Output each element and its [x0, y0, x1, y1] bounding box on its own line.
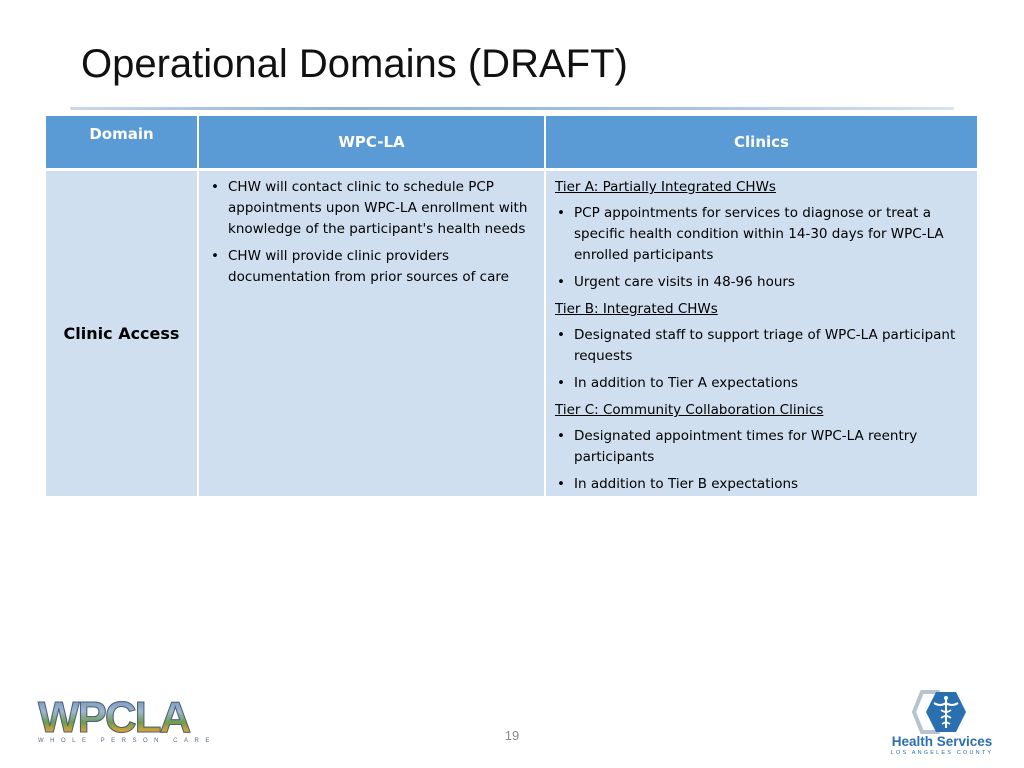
bullet-icon: • — [557, 205, 565, 221]
slide-title: Operational Domains (DRAFT) — [81, 42, 628, 86]
header-clinics: Clinics — [734, 132, 789, 151]
list-item: • CHW will contact clinic to schedule PCP… — [211, 179, 528, 237]
bullet-icon: • — [557, 476, 565, 492]
header-wpc-la: WPC-LA — [199, 116, 546, 168]
table-row: Clinic Access • CHW will contact clinic t… — [46, 171, 977, 496]
list-item: • Designated appointment times for WPC-LA… — [557, 428, 918, 465]
list-item: • Urgent care visits in 48-96 hours — [555, 272, 969, 293]
tier-heading: Tier C: Community Collaboration Clinics — [555, 402, 824, 418]
domains-table: Domain WPC-LA Clinics Clinic Access • CHW… — [46, 116, 977, 496]
bullet-icon: • — [557, 327, 565, 343]
title-divider — [70, 107, 954, 110]
table-header-row: Domain WPC-LA Clinics — [46, 116, 977, 168]
bullet-icon: • — [557, 375, 565, 391]
health-services-brand: Health Services — [891, 734, 993, 749]
list-item: • CHW will provide clinic providers docum… — [211, 248, 509, 285]
bullet-icon: • — [557, 274, 565, 290]
bullet-icon: • — [211, 248, 219, 264]
list-item: • In addition to Tier A expectations — [555, 373, 969, 394]
tier-b-bullet-list: • Designated staff to support triage of W… — [555, 325, 969, 394]
tier-a-bullet-list: • PCP appointments for services to diagno… — [555, 203, 969, 293]
bullet-icon: • — [211, 179, 219, 195]
page-number: 19 — [504, 728, 520, 743]
wpc-la-cell: • CHW will contact clinic to schedule PCP… — [199, 171, 546, 496]
health-services-logo: Health Services LOS ANGELES COUNTY — [886, 690, 996, 756]
tier-heading: Tier A: Partially Integrated CHWs — [555, 179, 776, 195]
caduceus-hexagon-icon — [911, 690, 966, 734]
wpc-la-bullet-list: • CHW will contact clinic to schedule PCP… — [209, 177, 530, 288]
clinics-cell: Tier A: Partially Integrated CHWs • PCP a… — [546, 171, 977, 496]
list-item: • PCP appointments for services to diagno… — [557, 205, 944, 263]
health-services-subtitle: LOS ANGELES COUNTY — [890, 750, 994, 756]
header-domain: Domain — [46, 116, 199, 168]
tier-c-bullet-list: • Designated appointment times for WPC-LA… — [555, 426, 969, 495]
list-item: • In addition to Tier B expectations — [555, 474, 969, 495]
tier-heading: Tier B: Integrated CHWs — [555, 301, 718, 317]
bullet-icon: • — [557, 428, 565, 444]
domain-cell: Clinic Access — [46, 171, 199, 496]
list-item: • Designated staff to support triage of W… — [557, 327, 956, 364]
